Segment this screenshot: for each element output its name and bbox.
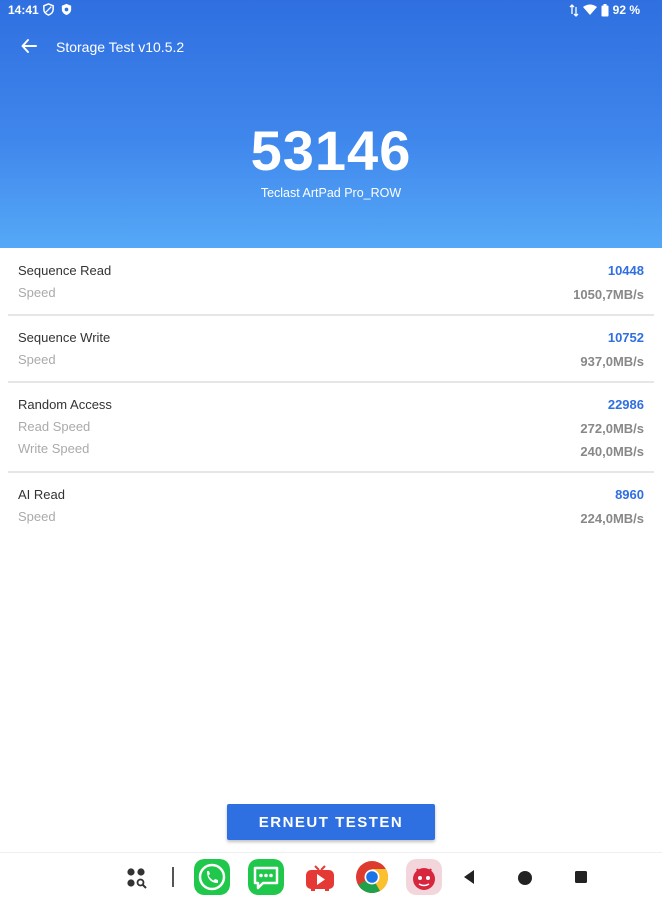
- chrome-app-icon[interactable]: [354, 859, 390, 895]
- home-circle-icon[interactable]: [517, 870, 533, 886]
- sequence-read-speed-label: Speed: [18, 285, 56, 300]
- random-access-title: Random Access: [18, 397, 112, 412]
- app-title: Storage Test v10.5.2: [56, 39, 185, 55]
- sequence-write-speed-value: 937,0MB/s: [580, 354, 644, 369]
- back-triangle-icon[interactable]: [462, 868, 476, 886]
- total-score: 53146: [250, 119, 412, 182]
- phone-app-icon[interactable]: [194, 859, 230, 895]
- ai-read-speed-value: 224,0MB/s: [580, 511, 644, 526]
- app-bar: Storage Test v10.5.2: [0, 30, 662, 62]
- ai-read-card: AI Read 8960 Speed 224,0MB/s: [0, 473, 662, 539]
- random-read-speed-value: 272,0MB/s: [580, 421, 644, 436]
- sequence-write-speed-label: Speed: [18, 352, 56, 367]
- sequence-write-card: Sequence Write 10752 Speed 937,0MB/s: [0, 316, 662, 382]
- random-write-speed-value: 240,0MB/s: [580, 444, 644, 459]
- antutu-app-icon[interactable]: [406, 859, 442, 895]
- status-right: 92 %: [569, 3, 640, 17]
- header: 14:41 92 % Storage Test v10.5.2 53146 Te…: [0, 0, 662, 248]
- sequence-write-score: 10752: [607, 330, 644, 345]
- retest-button[interactable]: ERNEUT TESTEN: [227, 804, 435, 840]
- battery-icon: [601, 3, 609, 16]
- messages-app-icon[interactable]: [248, 859, 284, 895]
- shield-icon: [61, 3, 72, 16]
- sequence-read-title: Sequence Read: [18, 263, 112, 278]
- sequence-read-card: Sequence Read 10448 Speed 1050,7MB/s: [0, 248, 662, 316]
- sequence-write-title: Sequence Write: [18, 330, 111, 345]
- ai-read-score: 8960: [615, 487, 644, 502]
- back-arrow-icon[interactable]: [20, 37, 38, 55]
- wifi-icon: [582, 4, 597, 15]
- shield-outline-icon: [43, 3, 54, 16]
- random-access-score: 22986: [607, 397, 644, 412]
- navigation-bar: [0, 852, 662, 900]
- sequence-read-speed-value: 1050,7MB/s: [573, 287, 644, 302]
- data-transfer-icon: [569, 3, 579, 17]
- random-read-speed-label: Read Speed: [18, 419, 91, 434]
- ai-read-speed-label: Speed: [18, 509, 56, 524]
- sequence-read-score: 10448: [607, 263, 644, 278]
- status-time: 14:41: [8, 3, 39, 17]
- recents-square-icon[interactable]: [574, 870, 588, 884]
- ai-read-title: AI Read: [18, 487, 65, 502]
- battery-level: 92 %: [612, 3, 640, 17]
- apps-search-icon[interactable]: [126, 867, 152, 889]
- random-write-speed-label: Write Speed: [18, 441, 90, 456]
- video-app-icon[interactable]: [302, 859, 338, 895]
- taskbar-separator: [172, 867, 174, 887]
- status-bar: 14:41 92 %: [0, 0, 662, 20]
- random-access-card: Random Access 22986 Read Speed 272,0MB/s…: [0, 383, 662, 471]
- device-name: Teclast ArtPad Pro_ROW: [260, 186, 402, 200]
